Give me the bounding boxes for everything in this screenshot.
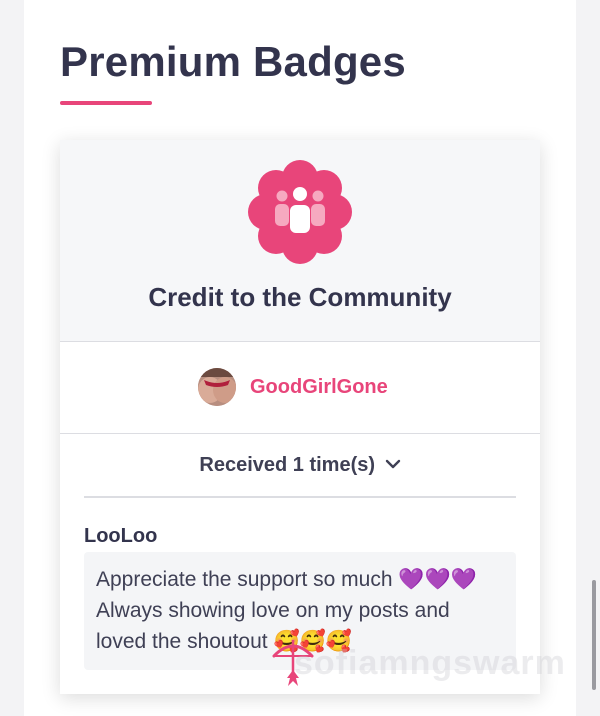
received-label: Received 1 time(s) (199, 454, 376, 476)
owner-username-link[interactable]: GoodGirlGone (250, 376, 388, 399)
received-toggle-button[interactable]: Received 1 time(s) (60, 454, 540, 477)
badge-card-header: Credit to the Community (60, 140, 540, 342)
award-giver-name: LooLoo (84, 525, 158, 547)
scrollbar[interactable] (592, 580, 596, 690)
received-row: Received 1 time(s) (60, 434, 540, 498)
badge-owner-row: GoodGirlGone (60, 342, 540, 434)
divider (84, 496, 516, 498)
main-panel: Premium Badges Credit to the Community G… (24, 0, 576, 716)
page-title: Premium Badges (60, 38, 406, 85)
badge-card: Credit to the Community GoodGirlGone Rec… (60, 140, 540, 694)
title-underline (60, 101, 152, 105)
chevron-down-icon (385, 459, 400, 469)
avatar-image (198, 368, 236, 406)
user-avatar[interactable] (198, 368, 236, 406)
badge-name: Credit to the Community (148, 282, 452, 312)
watermark-text: sofiamngswarm (294, 644, 566, 682)
community-people-icon (248, 160, 352, 264)
